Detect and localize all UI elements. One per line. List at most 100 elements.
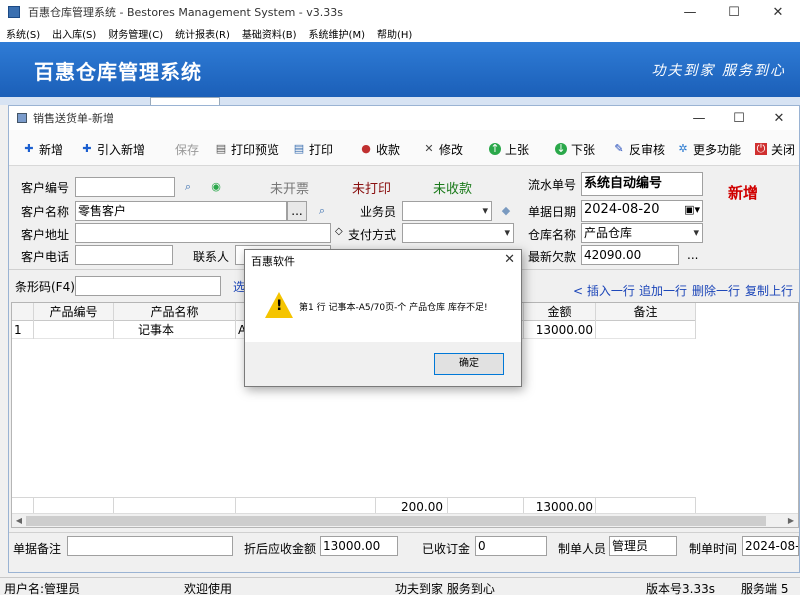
menu-bar: 系统(S) 出入库(S) 财务管理(C) 统计报表(R) 基础资料(B) 系统维… (0, 24, 800, 42)
coins-icon: ● (361, 142, 371, 155)
row-product-name[interactable]: 记事本 (114, 321, 236, 339)
status-slogan: 功夫到家 服务到心 (395, 582, 495, 595)
next-button[interactable]: ↓ 下张 (555, 140, 595, 158)
maker-label: 制单人员 (558, 542, 607, 556)
row-index: 1 (12, 321, 34, 339)
row-product-code[interactable] (34, 321, 114, 339)
search-icon[interactable]: ⌕ (315, 204, 329, 218)
exit-icon: ⏻ (755, 142, 767, 155)
bottom-divider (9, 532, 799, 533)
arrow-up-icon: ↑ (489, 142, 501, 155)
salesman-select[interactable] (402, 201, 492, 221)
row-amount[interactable]: 13000.00 (524, 321, 596, 339)
new-button[interactable]: ✚ 新增 (23, 140, 63, 158)
dialog-close-button[interactable]: ✕ (504, 252, 515, 267)
search-icon[interactable]: ⌕ (181, 180, 195, 194)
window-controls: — ☐ ✕ (668, 0, 800, 24)
stock-warning-dialog: 百惠软件 ✕ ! 第1 行 记事本-A5/70页-个 产品仓库 库存不足! 确定 (244, 249, 522, 387)
grid-header-amount[interactable]: 金额 (524, 303, 596, 321)
diamond-icon: ◇ (335, 226, 343, 237)
menu-maintenance[interactable]: 系统维护(M) (309, 26, 365, 41)
unreview-button[interactable]: ✎ 反审核 (613, 140, 665, 158)
date-label: 单据日期 (528, 205, 577, 219)
window-title: 百惠仓库管理系统 - Bestores Management System - … (28, 6, 343, 19)
append-row-link[interactable]: 追加一行 (639, 282, 687, 299)
horizontal-scrollbar[interactable]: ◀ ▶ (12, 513, 798, 527)
menu-inout[interactable]: 出入库(S) (52, 26, 96, 41)
deposit-field[interactable]: 0 (475, 536, 547, 556)
grid-header-name[interactable]: 产品名称 (114, 303, 236, 321)
insert-row-link[interactable]: < 插入一行 (573, 282, 635, 299)
document-icon (17, 113, 27, 123)
row-remark[interactable] (596, 321, 696, 339)
customer-browse-button[interactable]: ... (287, 201, 307, 221)
copy-row-link[interactable]: 复制上行 (745, 282, 793, 299)
customer-code-label: 客户编号 (21, 181, 70, 195)
scroll-right-icon[interactable]: ▶ (784, 514, 798, 528)
import-new-button[interactable]: ✚ 引入新增 (81, 140, 145, 158)
customer-name-label: 客户名称 (21, 205, 70, 219)
barcode-label: 条形码(F4) (15, 280, 75, 294)
status-print: 未打印 (352, 182, 392, 197)
status-bar: 用户名:管理员 欢迎使用 功夫到家 服务到心 版本号3.33s 服务端 5 (0, 577, 800, 595)
address-label: 客户地址 (21, 228, 70, 242)
payment-method-select[interactable] (402, 223, 514, 243)
scroll-thumb[interactable] (26, 516, 766, 526)
close-button[interactable]: ✕ (756, 0, 800, 24)
save-button[interactable]: 保存 (175, 140, 199, 158)
document-tab[interactable] (150, 97, 220, 105)
customer-name-input[interactable]: 零售客户 (75, 201, 287, 221)
app-icon (8, 6, 20, 18)
child-close-button[interactable]: ✕ (759, 106, 799, 130)
eraser-icon[interactable]: ◆ (499, 204, 513, 218)
latest-debt-field: 42090.00 (581, 245, 679, 265)
address-input[interactable] (75, 223, 331, 243)
toolbar: ✚ 新增 ✚ 引入新增 保存 ▤ 打印预览 ▤ 打印 ● 收款 ✕ 修改 ↑ 上张 ↓ 下张 ✎… (9, 130, 799, 166)
receive-button[interactable]: ● 收款 (360, 140, 400, 158)
debt-detail-button[interactable]: ... (687, 248, 698, 262)
more-functions-button[interactable]: ✲ 更多功能 (677, 140, 741, 158)
child-minimize-button[interactable]: — (679, 106, 719, 130)
system-name: 百惠仓库管理系统 (34, 60, 202, 84)
grid-header-remark[interactable]: 备注 (596, 303, 696, 321)
print-button[interactable]: ▤ 打印 (293, 140, 333, 158)
customer-code-input[interactable] (75, 177, 175, 197)
status-service: 服务端 5 (741, 582, 789, 595)
phone-input[interactable] (75, 245, 173, 265)
menu-system[interactable]: 系统(S) (6, 26, 40, 41)
menu-help[interactable]: 帮助(H) (377, 26, 412, 41)
child-window-title: 销售送货单-新增 (33, 112, 114, 125)
warehouse-select[interactable]: 产品仓库 (581, 223, 703, 243)
barcode-input[interactable] (75, 276, 221, 296)
net-amount-field[interactable]: 13000.00 (320, 536, 398, 556)
minimize-button[interactable]: — (668, 0, 712, 24)
close-doc-button[interactable]: ⏻ 关闭 (755, 140, 795, 158)
modify-button[interactable]: ✕ 修改 (423, 140, 463, 158)
deposit-label: 已收订金 (422, 542, 471, 556)
delete-row-link[interactable]: 删除一行 (692, 282, 740, 299)
scroll-left-icon[interactable]: ◀ (12, 514, 26, 528)
grid-header-code[interactable]: 产品编号 (34, 303, 114, 321)
printer-icon: ▤ (293, 142, 305, 155)
refresh-icon[interactable]: ◉ (209, 180, 223, 194)
payment-method-label: 支付方式 (348, 228, 397, 242)
main-title-bar: 百惠仓库管理系统 - Bestores Management System - … (0, 0, 800, 24)
child-maximize-button[interactable]: ☐ (719, 106, 759, 130)
remark-label: 单据备注 (13, 542, 62, 556)
ok-button[interactable]: 确定 (434, 353, 504, 375)
dialog-message: 第1 行 记事本-A5/70页-个 产品仓库 库存不足! (299, 303, 488, 313)
maximize-button[interactable]: ☐ (712, 0, 756, 24)
menu-finance[interactable]: 财务管理(C) (108, 26, 163, 41)
serial-label: 流水单号 (528, 178, 577, 192)
calendar-icon[interactable]: ▣▾ (684, 201, 700, 219)
time-field: 2024-08-2 (742, 536, 799, 556)
banner-slogan: 功夫到家 服务到心 (651, 63, 786, 79)
date-input[interactable]: 2024-08-20 ▣▾ (581, 200, 703, 222)
tools-icon: ✕ (424, 142, 434, 155)
warehouse-label: 仓库名称 (528, 228, 577, 242)
menu-reports[interactable]: 统计报表(R) (175, 26, 230, 41)
menu-basedata[interactable]: 基础资料(B) (242, 26, 297, 41)
remark-input[interactable] (67, 536, 233, 556)
print-preview-button[interactable]: ▤ 打印预览 (215, 140, 279, 158)
prev-button[interactable]: ↑ 上张 (489, 140, 529, 158)
